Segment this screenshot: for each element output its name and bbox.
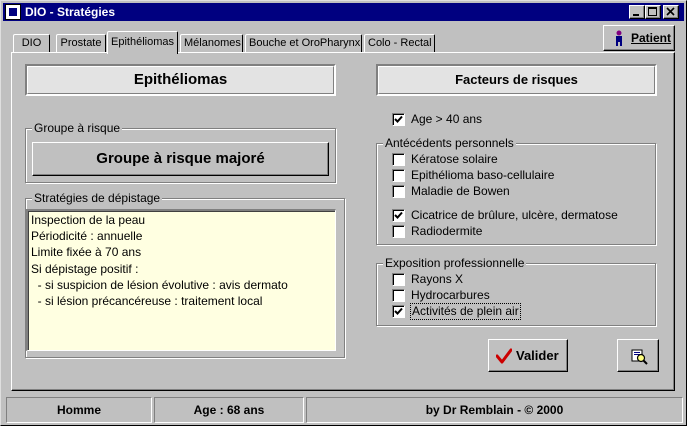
check-mark-icon	[394, 307, 403, 315]
memo-line: - si suspicion de lésion évolutive : avi…	[31, 277, 288, 292]
maximize-icon	[648, 7, 657, 16]
checkbox-box[interactable]	[392, 225, 405, 238]
checkbox-label: Activités de plein air	[410, 303, 521, 320]
checkbox-box[interactable]	[392, 185, 405, 198]
checkbox-label: Hydrocarbures	[411, 288, 490, 302]
checkbox-box[interactable]	[392, 305, 405, 318]
checkbox-label: Maladie de Bowen	[411, 184, 510, 198]
window-title: DIO - Stratégies	[25, 5, 116, 19]
tab-label: Prostate	[60, 37, 102, 49]
print-preview-button[interactable]	[617, 339, 659, 372]
app-icon[interactable]	[5, 4, 21, 20]
minimize-button[interactable]	[629, 5, 645, 19]
tab-label: Bouche et OroPharynx	[249, 37, 361, 49]
checkbox-label: Rayons X	[411, 272, 464, 286]
checkmark-icon	[496, 348, 512, 364]
checkbox-box[interactable]	[392, 113, 405, 126]
section-title: Epithéliomas	[133, 71, 228, 88]
risk-group-text: Groupe à risque majoré	[96, 150, 265, 167]
tab-bouche-oropharynx[interactable]: Bouche et OroPharynx	[245, 34, 362, 53]
exposition-legend: Exposition professionnelle	[383, 256, 527, 270]
status-sex: Homme	[6, 397, 152, 423]
tab-prostate[interactable]: Prostate	[56, 34, 106, 53]
close-button[interactable]	[663, 5, 679, 19]
tab-epitheliomas[interactable]: Epithéliomas	[107, 31, 178, 54]
risk-factors-title-box: Facteurs de risques	[376, 64, 657, 96]
risk-group-value: Groupe à risque majoré	[32, 142, 329, 176]
status-age-text: Age : 68 ans	[193, 403, 265, 417]
checkbox-box[interactable]	[392, 209, 405, 222]
checkbox-box[interactable]	[392, 273, 405, 286]
section-title-box: Epithéliomas	[25, 64, 336, 96]
checkbox-label: Cicatrice de brûlure, ulcère, dermatose	[411, 208, 618, 222]
status-credit: by Dr Remblain - © 2000	[306, 397, 683, 423]
checkbox-label: Kératose solaire	[411, 152, 498, 166]
tab-colo-rectal[interactable]: Colo - Rectal	[364, 34, 435, 53]
checkbox-box[interactable]	[392, 153, 405, 166]
check-mark-icon	[394, 115, 403, 123]
patient-button-label: Patient	[631, 31, 672, 45]
patient-button[interactable]: Patient	[603, 25, 675, 51]
checkbox-label: Epithélioma baso-cellulaire	[411, 168, 555, 182]
checkbox-box[interactable]	[392, 169, 405, 182]
tab-label: Mélanomes	[184, 37, 241, 49]
memo-line: Inspection de la peau	[31, 213, 146, 227]
app-window: DIO - Stratégies DIO Prostate Epithéliom…	[0, 0, 687, 426]
risk-factors-title: Facteurs de risques	[455, 72, 578, 87]
checkbox-box[interactable]	[392, 289, 405, 302]
checkbox-label: Radiodermite	[411, 224, 483, 238]
tab-melanomes[interactable]: Mélanomes	[180, 34, 243, 53]
status-sex-text: Homme	[56, 403, 101, 417]
tab-label: Colo - Rectal	[368, 37, 432, 49]
antecedents-legend: Antécédents personnels	[383, 136, 516, 150]
maximize-button[interactable]	[645, 5, 661, 19]
minimize-icon	[633, 14, 639, 16]
title-bar[interactable]: DIO - Stratégies	[3, 3, 684, 21]
memo-line: Limite fixée à 70 ans	[31, 245, 142, 260]
risk-group-legend: Groupe à risque	[32, 121, 123, 135]
tab-label: Epithéliomas	[111, 36, 174, 48]
tab-label: DIO	[21, 37, 42, 49]
check-mark-icon	[394, 211, 403, 219]
memo-line: - si lésion précancéreuse : traitement l…	[31, 294, 263, 309]
person-icon	[616, 30, 622, 46]
strategies-legend: Stratégies de dépistage	[32, 191, 163, 205]
status-age: Age : 68 ans	[154, 397, 304, 423]
memo-line: Périodicité : annuelle	[31, 229, 143, 244]
tab-dio[interactable]: DIO	[13, 34, 50, 53]
strategies-memo[interactable]: Inspection de la peau Périodicité : annu…	[26, 209, 336, 351]
magnifier-print-icon	[631, 349, 648, 365]
validate-label: Valider	[516, 348, 559, 363]
status-credit-text: by Dr Remblain - © 2000	[425, 403, 564, 417]
memo-line: Si dépistage positif :	[31, 261, 139, 276]
age-checkbox-label: Age > 40 ans	[411, 112, 483, 126]
validate-button[interactable]: Valider	[488, 339, 568, 372]
close-icon	[666, 7, 675, 16]
